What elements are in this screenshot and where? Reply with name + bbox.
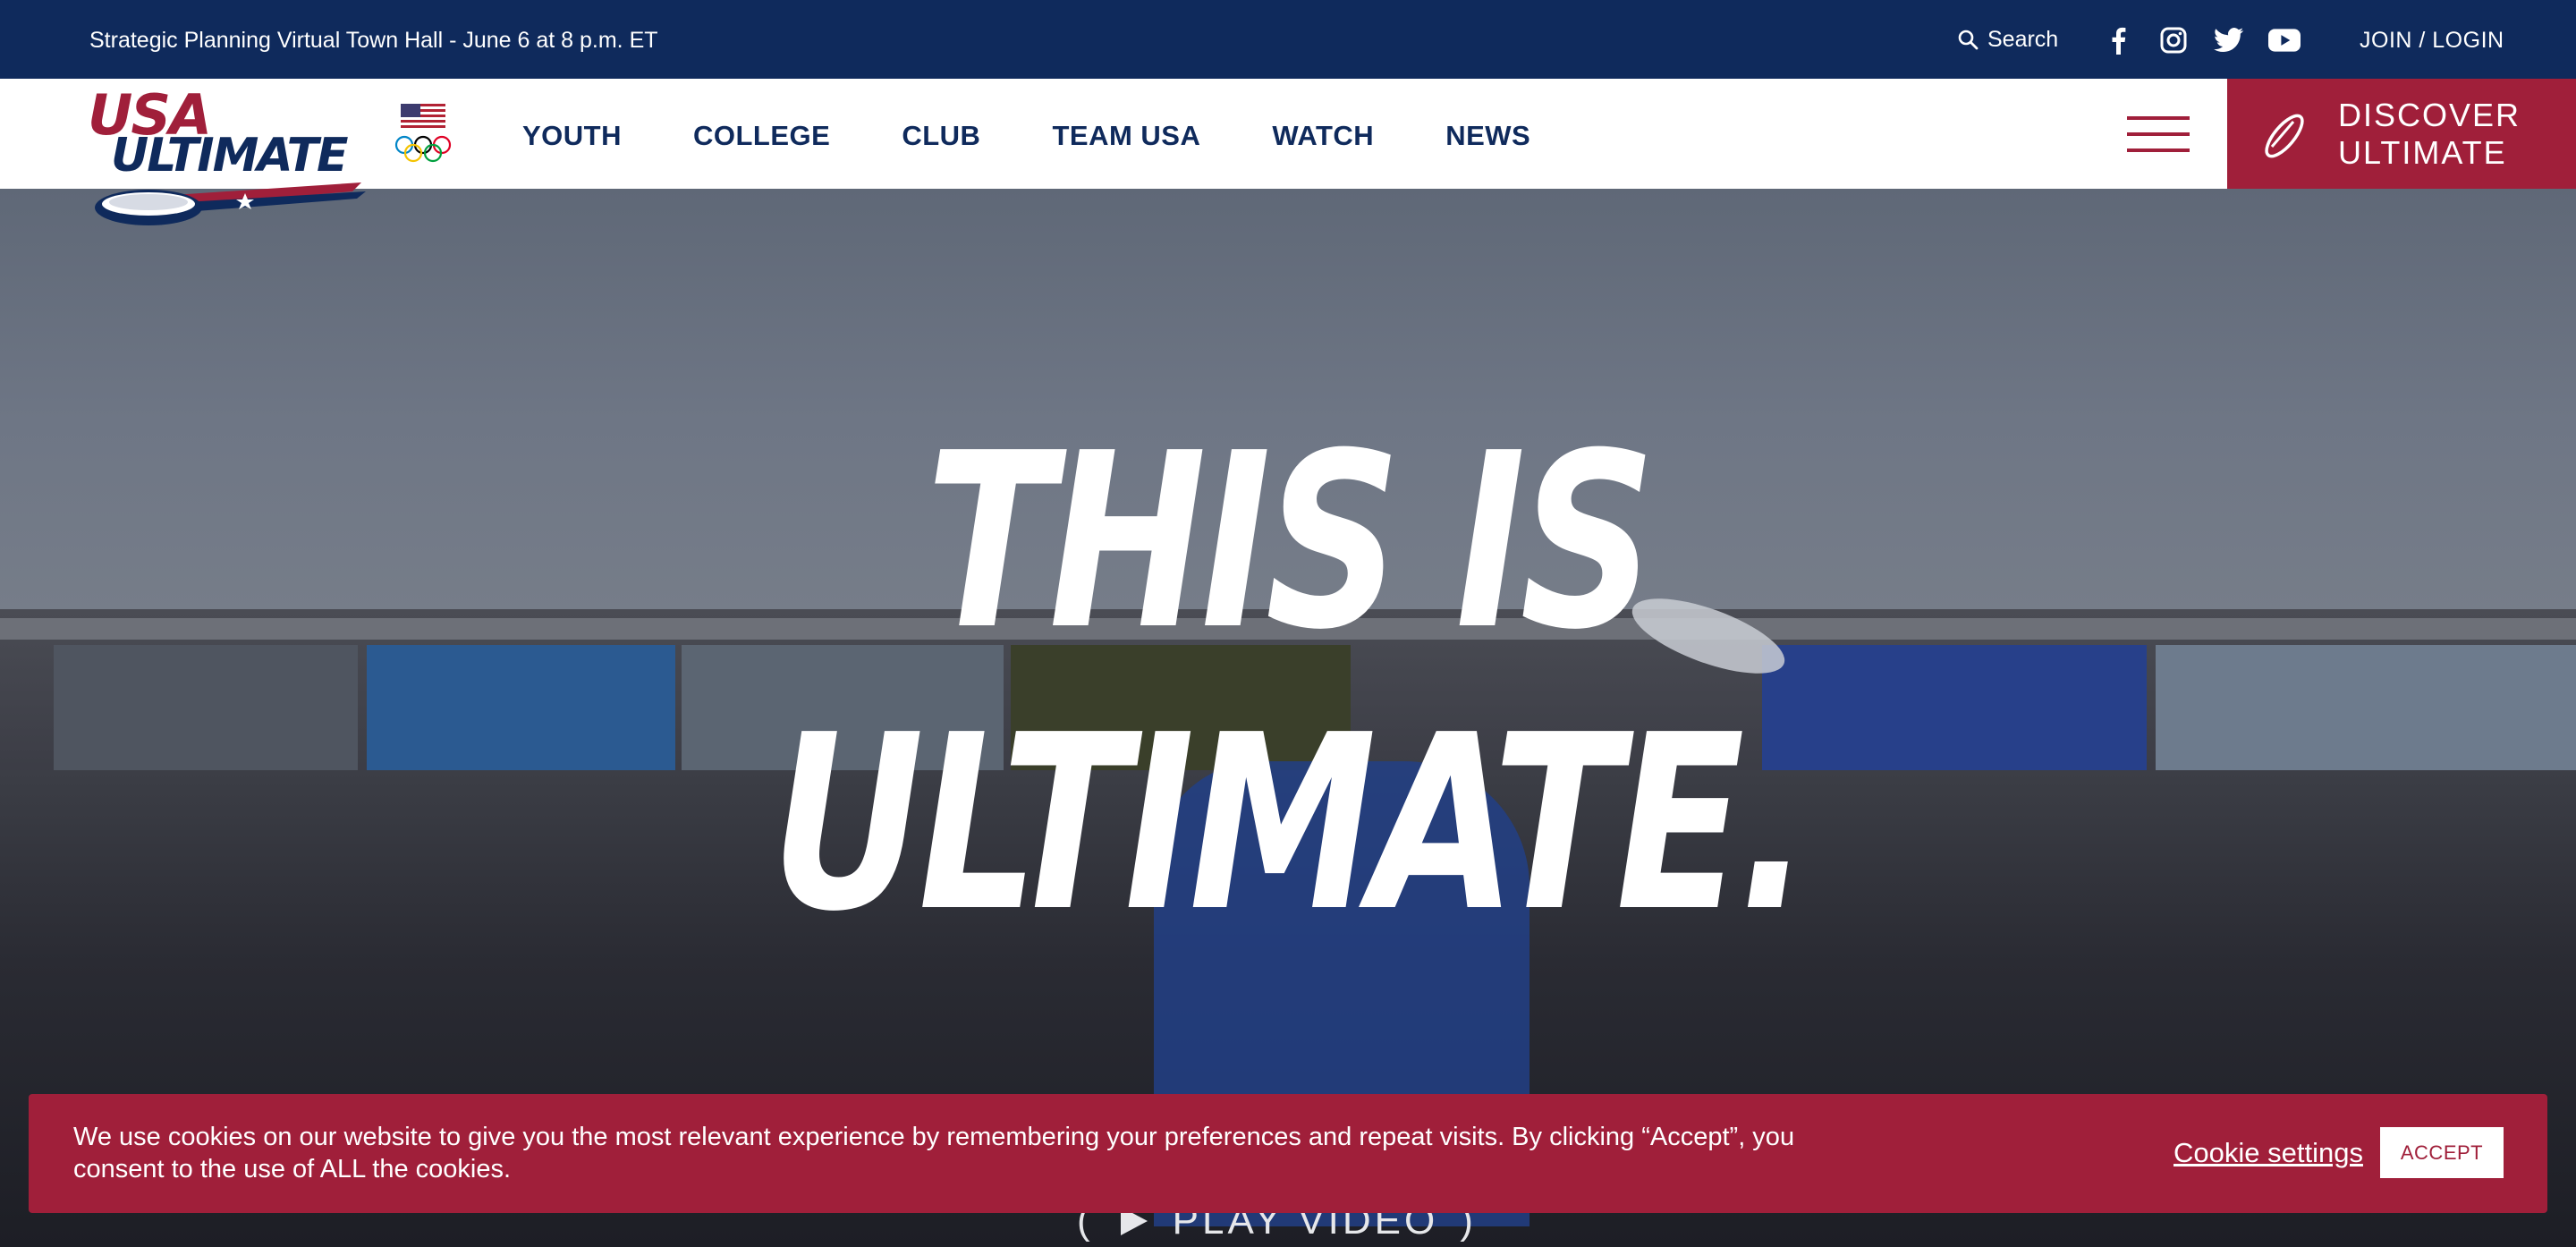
join-login-link[interactable]: JOIN / LOGIN <box>2360 27 2504 54</box>
search-button[interactable]: Search <box>1957 25 2058 54</box>
flying-disc-logo-icon <box>95 182 366 225</box>
facebook-icon[interactable] <box>2102 25 2134 55</box>
hamburger-menu-icon[interactable] <box>2127 116 2190 152</box>
cookie-settings-link[interactable]: Cookie settings <box>2174 1136 2363 1170</box>
accept-cookies-button[interactable]: ACCEPT <box>2380 1127 2504 1178</box>
discover-label-line1: DISCOVER <box>2338 97 2521 133</box>
twitter-icon[interactable] <box>2213 25 2245 55</box>
search-label: Search <box>1987 27 2059 52</box>
discover-ultimate-button[interactable]: DISCOVER ULTIMATE <box>2227 79 2576 189</box>
nav-item-news[interactable]: NEWS <box>1445 122 1530 150</box>
usa-ultimate-logo[interactable]: USA ULTIMATE <box>88 88 383 233</box>
nav-item-youth[interactable]: YOUTH <box>522 122 622 150</box>
youtube-icon[interactable] <box>2268 25 2301 55</box>
cookie-consent-banner: We use cookies on our website to give yo… <box>29 1094 2547 1213</box>
hero-headline-line2: ULTIMATE. <box>770 683 1810 964</box>
cookie-message: We use cookies on our website to give yo… <box>73 1123 1795 1183</box>
search-icon <box>1958 30 1979 50</box>
instagram-icon[interactable] <box>2157 25 2190 55</box>
discover-label-line2: ULTIMATE <box>2338 134 2507 171</box>
hero-headline-line1: THIS IS <box>926 401 1656 683</box>
nav-item-club[interactable]: CLUB <box>902 122 980 150</box>
nav-item-watch[interactable]: WATCH <box>1272 122 1374 150</box>
hero-headline: THIS IS ULTIMATE. <box>284 399 2292 963</box>
discover-label: DISCOVER ULTIMATE <box>2338 97 2521 172</box>
flying-disc-icon <box>2265 114 2304 158</box>
nav-item-team-usa[interactable]: TEAM USA <box>1052 122 1200 150</box>
primary-nav: YOUTH COLLEGE CLUB TEAM USA WATCH NEWS <box>522 122 1530 150</box>
announcement-link[interactable]: Strategic Planning Virtual Town Hall - J… <box>89 27 658 54</box>
us-olympic-emblem <box>394 104 453 165</box>
social-links <box>2102 25 2301 55</box>
olympic-rings-icon <box>394 135 452 163</box>
nav-item-college[interactable]: COLLEGE <box>693 122 830 150</box>
top-utility-bar: Strategic Planning Virtual Town Hall - J… <box>0 0 2576 79</box>
us-flag-icon <box>401 104 445 131</box>
